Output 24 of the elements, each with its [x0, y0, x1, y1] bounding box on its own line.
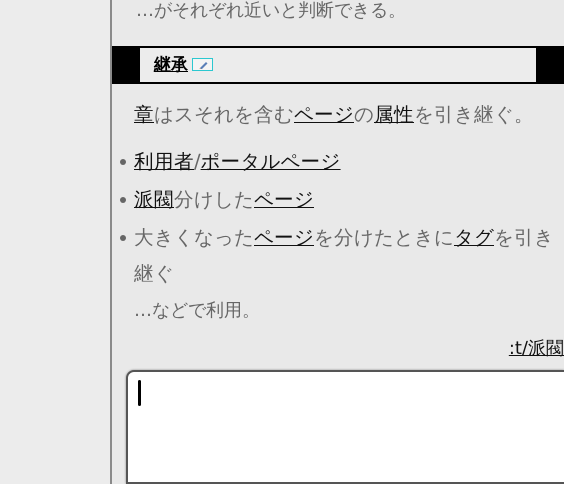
bullet-icon: [120, 234, 126, 241]
link[interactable]: ポータルページ: [200, 150, 341, 173]
list-item-text: 大きくなったページ を分けたときに タグを引き継ぐ: [134, 224, 555, 287]
link[interactable]: 利用者: [134, 150, 194, 173]
link[interactable]: 章: [134, 102, 154, 126]
tag-link[interactable]: :t/派閥: [508, 336, 564, 362]
link[interactable]: ページ: [294, 102, 354, 126]
link[interactable]: 派閥: [134, 188, 174, 211]
section-heading-link[interactable]: 継承: [154, 53, 188, 76]
list-item-text: 利用者/ポータルページ: [134, 148, 342, 175]
link[interactable]: タグ: [454, 226, 494, 249]
link[interactable]: ページ: [254, 188, 314, 211]
bullet-icon: [120, 158, 126, 165]
paragraph-text: …などで利用。: [134, 298, 261, 323]
link[interactable]: ページ: [254, 226, 314, 249]
pencil-icon: [198, 60, 208, 69]
paragraph-text: 章はスそれを含むページの属性を引き継ぐ。: [134, 102, 535, 128]
edit-button[interactable]: [192, 58, 213, 72]
paragraph-text: …がそれぞれ近いと判断できる。: [136, 0, 407, 22]
bullet-icon: [120, 196, 126, 203]
input-field[interactable]: [126, 370, 564, 484]
link[interactable]: 属性: [374, 102, 414, 126]
list-item-text: 派閥分けしたページ: [134, 186, 315, 213]
text-cursor: [138, 380, 141, 406]
